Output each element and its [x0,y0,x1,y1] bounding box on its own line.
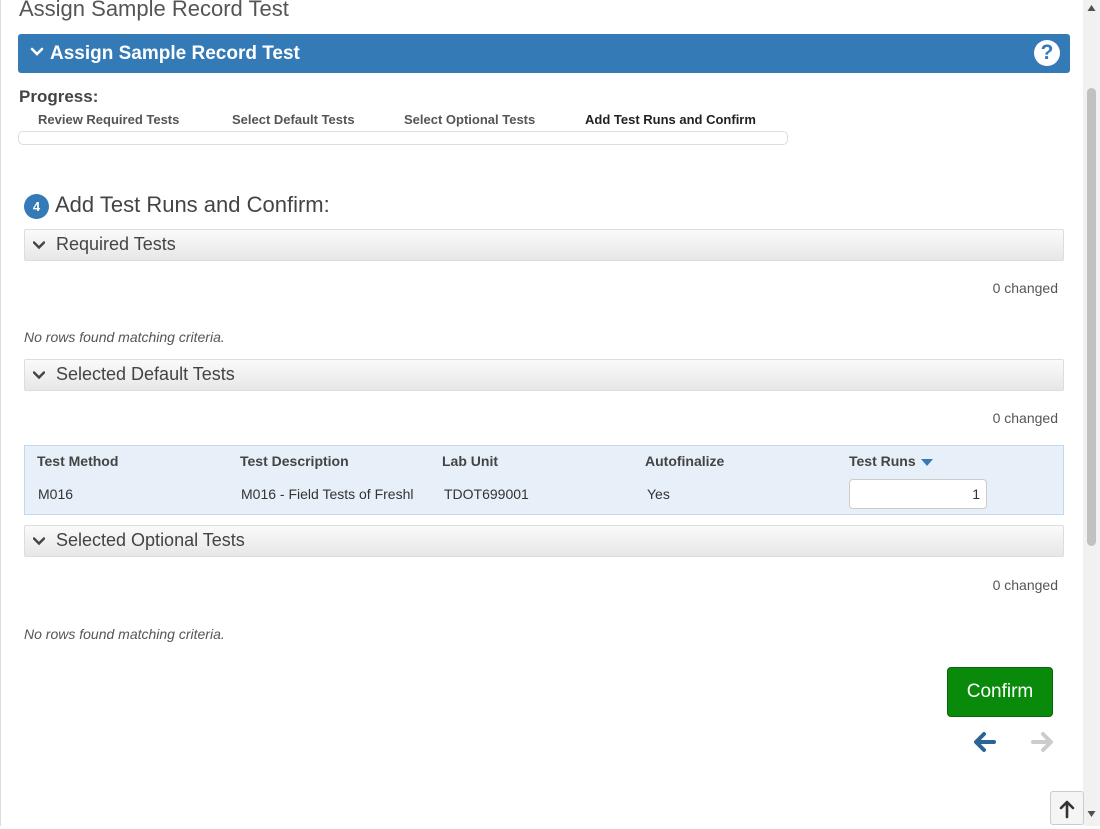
column-header-test-description[interactable]: Test Description [240,453,349,469]
step-number-badge: 4 [24,194,49,219]
column-header-autofinalize[interactable]: Autofinalize [645,453,724,469]
progress-label: Progress: [19,87,99,106]
section-heading: Add Test Runs and Confirm: [55,192,330,217]
test-runs-input[interactable] [849,479,987,509]
sort-desc-icon[interactable] [920,457,934,467]
cell-test-method: M016 [38,486,74,502]
progress-bar [18,131,788,145]
question-circle-icon[interactable]: ? [1034,40,1060,66]
optional-changed-count: 0 changed [992,577,1058,593]
page-title: Assign Sample Record Test [19,0,289,21]
default-tests-table: Test Method Test Description Lab Unit Au… [24,445,1064,515]
default-tests-panel-header[interactable]: Selected Default Tests [24,359,1064,391]
scroll-to-top-button[interactable] [1050,791,1084,825]
column-header-lab-unit[interactable]: Lab Unit [442,453,498,469]
scroll-down-arrow-icon[interactable] [1087,810,1096,818]
cell-autofinalize: Yes [647,486,670,502]
arrow-right-icon [1031,732,1053,752]
cell-test-description: M016 - Field Tests of Freshl [241,486,414,502]
step-select-default[interactable]: Select Default Tests [232,112,355,127]
required-tests-title: Required Tests [56,234,176,254]
page-border [0,0,1,826]
scroll-up-arrow-icon[interactable] [1087,4,1096,12]
optional-tests-panel-header[interactable]: Selected Optional Tests [24,525,1064,557]
required-changed-count: 0 changed [992,280,1058,296]
column-header-test-method[interactable]: Test Method [37,453,118,469]
optional-empty-message: No rows found matching criteria. [24,626,225,642]
required-empty-message: No rows found matching criteria. [24,329,225,345]
default-tests-title: Selected Default Tests [56,364,235,384]
confirm-button[interactable]: Confirm [947,667,1053,717]
arrow-left-icon[interactable] [972,729,998,755]
column-header-test-runs-label: Test Runs [849,453,916,469]
vertical-scrollbar[interactable] [1083,0,1100,826]
step-review-required[interactable]: Review Required Tests [38,112,179,127]
optional-tests-title: Selected Optional Tests [56,530,245,550]
header-bar[interactable]: Assign Sample Record Test ? [18,34,1070,73]
header-title: Assign Sample Record Test [50,43,300,64]
chevron-down-icon [33,537,45,546]
chevron-down-icon [33,371,45,380]
chevron-down-icon [30,47,44,56]
step-select-optional[interactable]: Select Optional Tests [404,112,535,127]
step-add-runs-confirm[interactable]: Add Test Runs and Confirm [585,112,756,127]
required-tests-panel-header[interactable]: Required Tests [24,229,1064,261]
chevron-down-icon [33,241,45,250]
arrow-up-icon [1059,800,1075,819]
column-header-test-runs[interactable]: Test Runs [849,453,934,469]
default-changed-count: 0 changed [992,410,1058,426]
cell-lab-unit: TDOT699001 [444,486,529,502]
scrollbar-thumb[interactable] [1087,88,1096,546]
